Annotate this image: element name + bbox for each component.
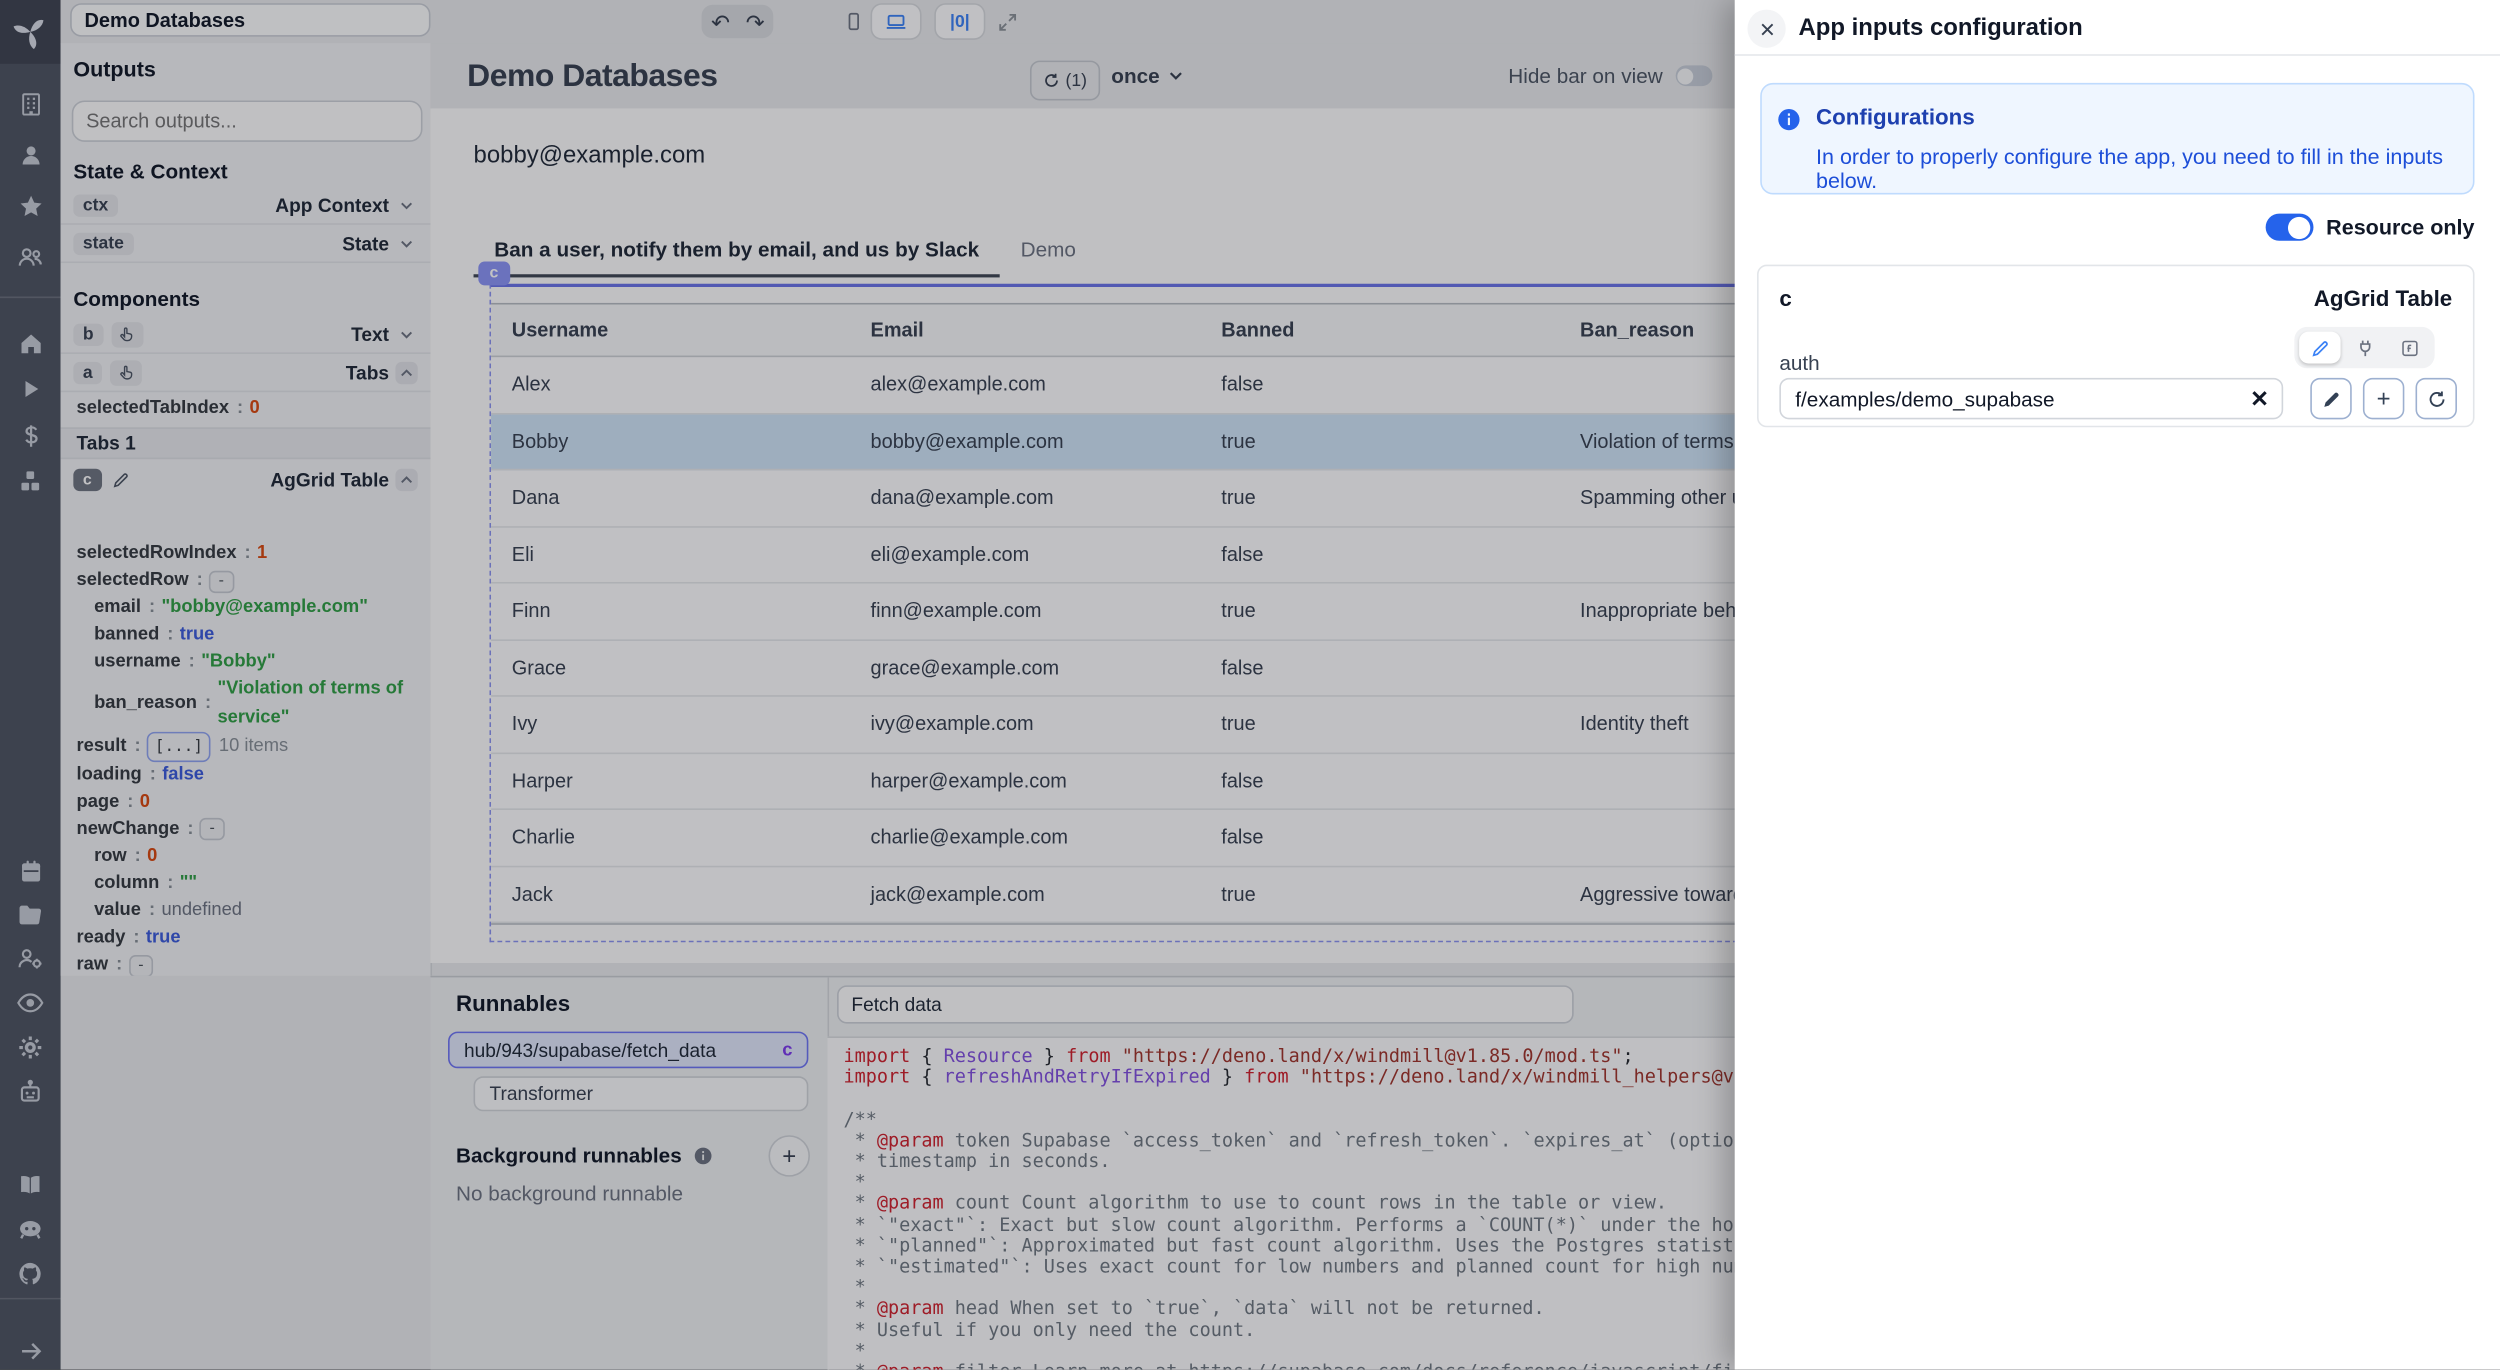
resource-only-label: Resource only (2326, 215, 2474, 239)
eval-input-tab-fx-icon[interactable] (2388, 332, 2429, 364)
refresh-resource-button[interactable] (2416, 378, 2457, 419)
divider (1735, 54, 2500, 56)
info-icon (1776, 107, 1802, 133)
windmill-app-editor: ↶ ↷ |0| Outputs State & Context ctx App … (0, 0, 2500, 1370)
info-text: In order to properly configure the app, … (1816, 145, 2473, 193)
add-resource-button[interactable]: + (2363, 378, 2404, 419)
configurations-info-box: Configurations In order to properly conf… (1760, 83, 2474, 195)
resource-path-input[interactable] (1781, 387, 2237, 411)
input-kind-segmented-control (2294, 327, 2434, 368)
edit-resource-button[interactable] (2310, 378, 2351, 419)
info-title: Configurations (1816, 104, 1975, 130)
app-inputs-drawer: App inputs configuration Configurations … (1735, 0, 2500, 1370)
component-type: AgGrid Table (2314, 285, 2452, 311)
resource-only-toggle[interactable] (2266, 214, 2314, 241)
drawer-title: App inputs configuration (1798, 14, 2082, 41)
connect-input-tab-plug-icon[interactable] (2344, 332, 2385, 364)
clear-resource-icon[interactable]: ✕ (2237, 385, 2281, 412)
resource-input-wrap: ✕ (1779, 378, 2283, 419)
component-config-card: c AgGrid Table auth ✕ + (1757, 265, 2474, 428)
static-input-tab-pencil-icon[interactable] (2299, 332, 2340, 364)
field-label: auth (1779, 351, 1819, 375)
component-id: c (1779, 285, 1791, 311)
resource-only-row: Resource only (2266, 214, 2475, 241)
close-icon[interactable] (1747, 10, 1785, 48)
